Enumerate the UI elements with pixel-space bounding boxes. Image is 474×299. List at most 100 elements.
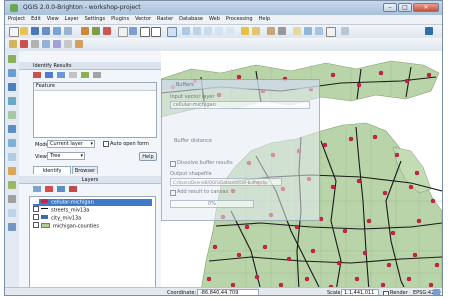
- zoom-out-icon[interactable]: [151, 27, 161, 37]
- add-postgis-layer-icon[interactable]: [8, 83, 16, 91]
- show-hide-labels-icon[interactable]: [42, 40, 50, 48]
- pan-icon[interactable]: [118, 27, 128, 37]
- help-button[interactable]: Help: [139, 152, 157, 161]
- layer-visibility-checkbox[interactable]: [33, 222, 39, 228]
- menu-layer[interactable]: Layer: [62, 15, 82, 22]
- menu-edit[interactable]: Edit: [28, 15, 44, 22]
- layers-list[interactable]: cellular-michigan streets_miv13a city_mi…: [29, 196, 156, 288]
- measure-icon[interactable]: [278, 27, 286, 35]
- label-icon[interactable]: [9, 40, 17, 48]
- manage-visibility-icon[interactable]: [45, 186, 53, 192]
- add-result-checkbox[interactable]: [170, 190, 176, 196]
- layer-row[interactable]: streets_miv13a: [33, 206, 89, 214]
- menu-raster[interactable]: Raster: [154, 15, 176, 22]
- composer-manager-icon[interactable]: [64, 27, 72, 35]
- layer-visibility-checkbox[interactable]: [33, 206, 39, 212]
- menu-view[interactable]: View: [44, 15, 62, 22]
- layer-visibility-checkbox[interactable]: [33, 214, 39, 220]
- menu-plugins[interactable]: Plugins: [108, 15, 132, 22]
- messages-icon[interactable]: [433, 289, 440, 295]
- remove-layer-group-icon[interactable]: [69, 186, 77, 192]
- text-annotation-icon[interactable]: [326, 27, 336, 37]
- render-checkbox[interactable]: [383, 291, 389, 295]
- layer-row[interactable]: cellular-michigan: [33, 198, 152, 206]
- output-shapefile-label: Output shapefile: [170, 171, 212, 177]
- new-bookmark-icon[interactable]: [304, 27, 312, 35]
- identify-icon[interactable]: [167, 27, 177, 37]
- layer-visibility-checkbox[interactable]: [33, 198, 39, 204]
- close-button[interactable]: ✕: [413, 3, 439, 12]
- layer-row[interactable]: city_miv13a: [33, 214, 81, 222]
- zoom-next-icon[interactable]: [226, 27, 234, 35]
- save-project-icon[interactable]: [31, 27, 39, 35]
- zoom-to-layer-icon[interactable]: [193, 27, 201, 35]
- menu-database[interactable]: Database: [176, 15, 206, 22]
- select-features-icon[interactable]: [241, 27, 249, 35]
- coordinate-field[interactable]: -86.840,44.709: [197, 289, 259, 295]
- change-label-icon[interactable]: [75, 40, 83, 48]
- expand-new-results-icon[interactable]: [57, 72, 65, 78]
- menu-vector[interactable]: Vector: [132, 15, 154, 22]
- menu-help[interactable]: Help: [256, 15, 273, 22]
- minimize-button[interactable]: –: [383, 3, 397, 12]
- view-select[interactable]: Tree ▾: [47, 152, 85, 160]
- maximize-button[interactable]: □: [398, 3, 412, 12]
- scale-field[interactable]: 1:1,441,011: [341, 289, 379, 295]
- layer-row[interactable]: michigan-counties: [33, 222, 99, 230]
- digitize-icon[interactable]: [103, 27, 111, 35]
- zoom-to-selection-icon[interactable]: [204, 27, 212, 35]
- add-spatialite-layer-icon[interactable]: [8, 97, 16, 105]
- auto-open-checkbox[interactable]: [103, 141, 109, 147]
- layer-labeling-icon[interactable]: [20, 40, 28, 48]
- clear-results-icon[interactable]: [69, 72, 77, 78]
- menu-project[interactable]: Project: [5, 15, 28, 22]
- select-by-expression-icon[interactable]: [252, 27, 260, 35]
- add-raster-layer-icon[interactable]: [8, 69, 16, 77]
- new-spatialite-icon[interactable]: [8, 209, 16, 217]
- open-table-icon[interactable]: [267, 27, 275, 35]
- expand-tree-icon[interactable]: [33, 72, 41, 78]
- print-results-icon[interactable]: [93, 72, 101, 78]
- zoom-full-icon[interactable]: [182, 27, 190, 35]
- menu-settings[interactable]: Settings: [82, 15, 109, 22]
- menu-web[interactable]: Web: [206, 15, 223, 22]
- new-shapefile-icon[interactable]: [8, 195, 16, 203]
- feature-column-header[interactable]: Feature: [34, 83, 156, 91]
- zoom-in-icon[interactable]: [140, 27, 150, 37]
- copy-feature-icon[interactable]: [81, 72, 89, 78]
- remove-layer-icon[interactable]: [8, 223, 16, 231]
- collapse-tree-icon[interactable]: [45, 72, 53, 78]
- menu-processing[interactable]: Processing: [223, 15, 256, 22]
- add-wms-layer-icon[interactable]: [8, 139, 16, 147]
- open-project-icon[interactable]: [20, 27, 28, 35]
- add-wcs-layer-icon[interactable]: [8, 153, 16, 161]
- add-vector-layer-icon[interactable]: [8, 55, 16, 63]
- help-icon[interactable]: [425, 27, 433, 35]
- toggle-editing-icon[interactable]: [81, 27, 89, 35]
- zoom-last-icon[interactable]: [215, 27, 223, 35]
- show-bookmarks-icon[interactable]: [315, 27, 323, 35]
- add-wfs-layer-icon[interactable]: [8, 167, 16, 175]
- move-label-icon[interactable]: [53, 40, 61, 48]
- save-as-icon[interactable]: [42, 27, 50, 35]
- identify-results-tree[interactable]: Feature: [33, 82, 157, 138]
- add-oracle-layer-icon[interactable]: [8, 125, 16, 133]
- refresh-icon[interactable]: [341, 27, 349, 35]
- add-delimited-text-icon[interactable]: [8, 181, 16, 189]
- map-tips-icon[interactable]: [293, 27, 301, 35]
- pin-labels-icon[interactable]: [31, 40, 39, 48]
- pan-to-selection-icon[interactable]: [129, 27, 137, 35]
- dissolve-checkbox[interactable]: [170, 161, 176, 167]
- rotate-label-icon[interactable]: [64, 40, 72, 48]
- input-layer-select[interactable]: cellular-michigan: [170, 101, 310, 109]
- print-composer-icon[interactable]: [53, 27, 61, 35]
- save-edits-icon[interactable]: [92, 27, 100, 35]
- add-group-icon[interactable]: [33, 186, 41, 192]
- output-shapefile-field[interactable]: C:/Users/DennisB/QGIS/Datasets/cell-buff…: [170, 178, 282, 186]
- mode-select[interactable]: Current layer ▾: [47, 140, 95, 148]
- tab-identify-results[interactable]: Identify Results: [33, 166, 71, 182]
- add-mssql-layer-icon[interactable]: [8, 111, 16, 119]
- tab-browser[interactable]: Browser: [72, 166, 98, 174]
- filter-legend-icon[interactable]: [57, 186, 65, 192]
- new-project-icon[interactable]: [9, 27, 19, 37]
